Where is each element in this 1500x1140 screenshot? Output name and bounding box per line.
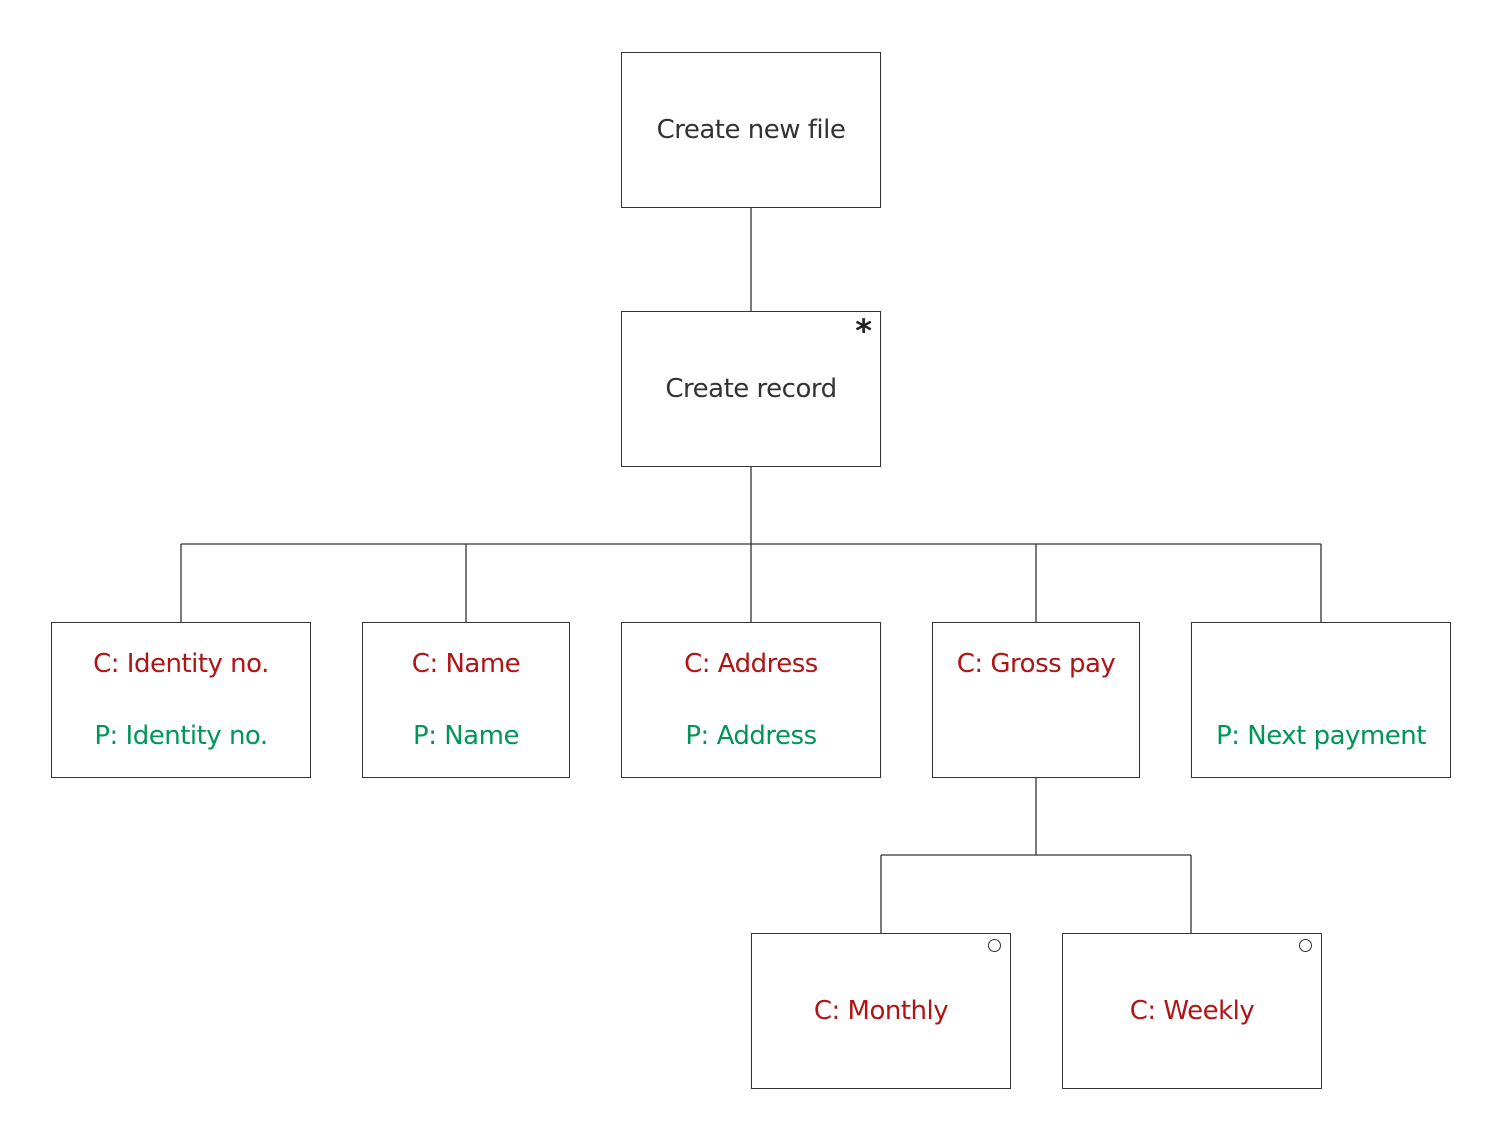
node-next-payment: P: Next payment [1191, 622, 1451, 778]
component-label: C: Weekly [1129, 996, 1255, 1026]
component-label: C: Address [684, 649, 818, 679]
component-label: C: Gross pay [956, 649, 1116, 679]
node-gross-pay: C: Gross pay [932, 622, 1140, 778]
node-label: Create record [665, 374, 837, 404]
component-label: C: Identity no. [93, 649, 269, 679]
node-identity-no: C: Identity no. P: Identity no. [51, 622, 311, 778]
node-create-record: * Create record [621, 311, 881, 467]
selection-circle-icon [1299, 939, 1312, 952]
process-label: P: Name [413, 721, 519, 751]
node-create-new-file: Create new file [621, 52, 881, 208]
node-label: Create new file [656, 115, 846, 145]
selection-circle-icon [988, 939, 1001, 952]
node-name: C: Name P: Name [362, 622, 570, 778]
iteration-asterisk-icon: * [855, 312, 872, 350]
component-label: C: Monthly [813, 996, 949, 1026]
node-address: C: Address P: Address [621, 622, 881, 778]
process-label: P: Next payment [1216, 721, 1426, 751]
component-label: C: Name [411, 649, 521, 679]
node-monthly: C: Monthly [751, 933, 1011, 1089]
process-label: P: Identity no. [94, 721, 268, 751]
process-label: P: Address [685, 721, 817, 751]
node-weekly: C: Weekly [1062, 933, 1322, 1089]
